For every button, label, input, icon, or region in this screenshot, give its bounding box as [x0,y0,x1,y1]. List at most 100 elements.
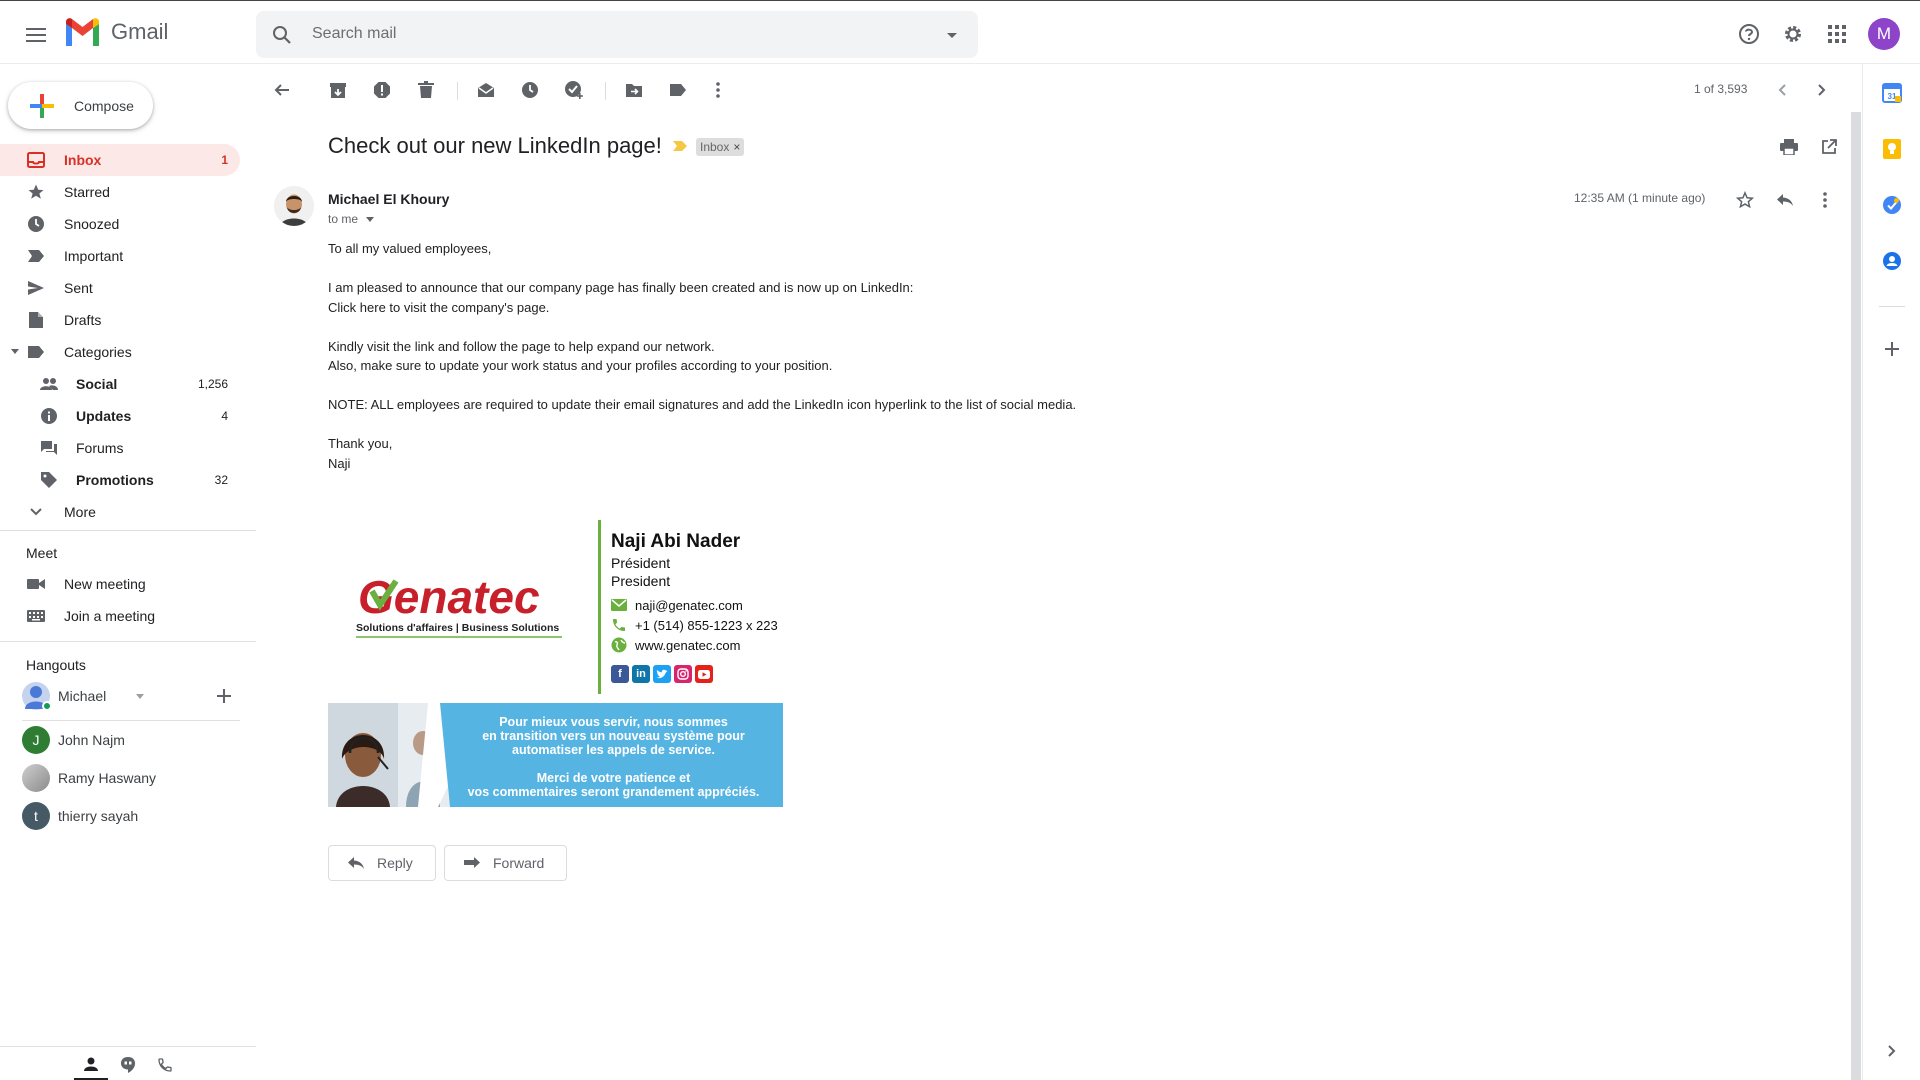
banner-line: Merci de votre patience et [536,771,691,785]
account-avatar[interactable]: M [1868,18,1900,50]
forum-icon [39,438,59,458]
nav-starred[interactable]: Starred [0,176,240,208]
search-bar[interactable] [256,11,978,58]
snooze-button[interactable] [514,74,546,106]
globe-icon [611,637,627,653]
scrollbar[interactable] [1851,112,1861,1080]
nav-forums[interactable]: Forums [0,432,240,464]
calendar-addon[interactable]: 31 [1879,80,1905,106]
show-details-caret-icon[interactable] [366,216,375,222]
sender-avatar[interactable] [274,186,314,226]
move-to-button[interactable] [618,74,650,106]
archive-icon [330,83,346,98]
phone-icon [613,619,625,631]
hamburger-icon [26,28,46,42]
meet-title: Meet [26,545,58,561]
contacts-tab[interactable] [74,1050,108,1080]
banner-line: Pour mieux vous servir, nous sommes [499,715,728,729]
add-to-tasks-button[interactable] [558,74,590,106]
arrow-back-icon [274,84,289,96]
linkedin-icon[interactable]: in [632,665,650,683]
toolbar-separator [457,82,458,100]
back-button[interactable] [266,74,298,106]
signature-website[interactable]: www.genatec.com [611,636,741,654]
sender-name[interactable]: Michael El Khoury [328,191,449,207]
reply-icon-button[interactable] [1771,186,1799,214]
nav-categories[interactable]: Categories [0,336,240,368]
nav-promotions[interactable]: Promotions 32 [0,464,240,496]
remove-label-icon[interactable]: × [733,140,740,154]
signature-banner[interactable]: Pour mieux vous servir, nous sommes en t… [328,703,783,807]
signature-website-text: www.genatec.com [635,637,741,653]
settings-button[interactable] [1776,17,1810,51]
nav-updates-count: 4 [221,409,228,423]
hangouts-me[interactable]: Michael [22,681,145,711]
status-caret-icon[interactable] [136,693,145,699]
facebook-icon[interactable]: f [611,665,629,683]
signature-phone[interactable]: +1 (514) 855-1223 x 223 [611,616,778,634]
banner-line: vos commentaires seront grandement appré… [467,785,760,799]
newer-button[interactable] [1766,74,1798,106]
tasks-addon[interactable] [1879,192,1905,218]
conversations-tab[interactable] [111,1050,145,1080]
company-logo[interactable]: Genatec Solutions d'affaires | Business … [352,571,567,641]
body-note: NOTE: ALL employees are required to upda… [328,397,1077,412]
recipients[interactable]: to me [328,212,375,226]
label-icon [670,84,686,96]
expand-side-panel-button[interactable] [1879,1038,1905,1064]
get-addons-button[interactable] [1879,336,1905,362]
nav-social[interactable]: Social 1,256 [0,368,240,400]
reply-button[interactable]: Reply [328,845,436,881]
important-marker-icon[interactable] [672,140,688,152]
search-icon[interactable] [270,23,294,47]
join-meeting-button[interactable]: Join a meeting [0,600,240,632]
open-new-window-button[interactable] [1813,131,1845,163]
hangouts-contact[interactable]: J John Najm [22,725,125,755]
new-meeting-button[interactable]: New meeting [0,568,240,600]
gmail-m-icon [66,18,99,46]
report-spam-button[interactable] [366,74,398,106]
support-button[interactable] [1732,17,1766,51]
search-options-caret-icon[interactable] [940,23,964,47]
toolbar-separator [605,82,606,100]
delete-button[interactable] [410,74,442,106]
hangouts-contact[interactable]: Ramy Haswany [22,763,156,793]
gmail-logo[interactable]: Gmail [64,18,168,46]
signature-email[interactable]: naji@genatec.com [611,596,743,614]
nav-more[interactable]: More [0,496,240,528]
nav-updates[interactable]: Updates 4 [0,400,240,432]
more-actions-button[interactable] [702,74,734,106]
nav-drafts[interactable]: Drafts [0,304,240,336]
important-icon [26,246,46,266]
print-button[interactable] [1773,131,1805,163]
youtube-icon[interactable] [695,665,713,683]
mark-unread-button[interactable] [470,74,502,106]
nav-inbox[interactable]: Inbox 1 [0,144,240,176]
hangouts-contact[interactable]: t thierry sayah [22,801,138,831]
main-menu-button[interactable] [16,15,56,55]
forward-button[interactable]: Forward [444,845,568,881]
apps-button[interactable] [1820,17,1854,51]
expand-caret-icon[interactable] [10,348,20,356]
nav-important[interactable]: Important [0,240,240,272]
message-more-button[interactable] [1811,186,1839,214]
compose-button[interactable]: Compose [8,82,153,129]
hangouts-quote-icon [121,1057,135,1073]
labels-button[interactable] [662,74,694,106]
social-links: f in [611,665,713,683]
archive-button[interactable] [322,74,354,106]
twitter-icon[interactable] [653,665,671,683]
plus-icon [1885,342,1899,356]
instagram-icon[interactable] [674,665,692,683]
search-input[interactable] [312,19,912,49]
keep-addon[interactable] [1879,136,1905,162]
nav-snoozed[interactable]: Snoozed [0,208,240,240]
star-button[interactable] [1731,186,1759,214]
nav-sent[interactable]: Sent [0,272,240,304]
older-button[interactable] [1806,74,1838,106]
nav-promotions-count: 32 [214,473,228,487]
contacts-addon[interactable] [1879,248,1905,274]
new-conversation-button[interactable] [214,686,234,706]
phone-tab[interactable] [148,1050,182,1080]
print-icon [1780,139,1798,155]
